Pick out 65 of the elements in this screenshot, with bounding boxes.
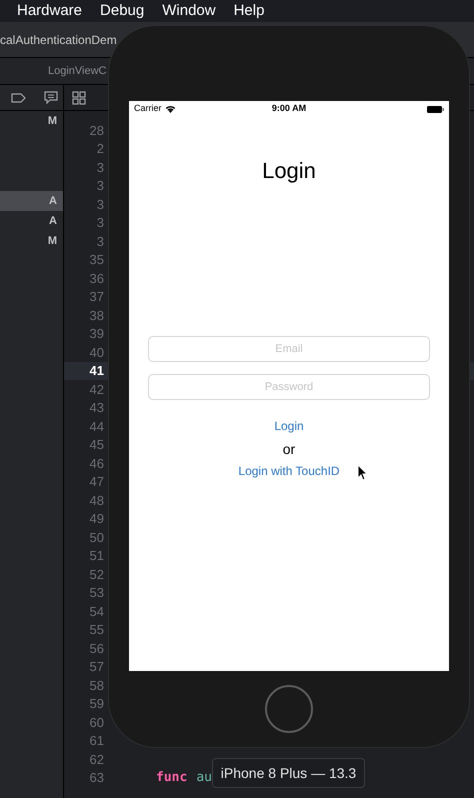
line-number: 61 [88, 732, 104, 750]
status-letter: A [49, 214, 57, 229]
line-number: 3 [96, 232, 104, 250]
line-number: 57 [88, 658, 104, 676]
line-number: 3 [96, 177, 104, 195]
mouse-pointer-icon [357, 464, 368, 481]
line-number: 3 [96, 214, 104, 232]
line-number: 56 [88, 640, 104, 658]
line-number: 38 [88, 306, 104, 324]
code-token: au [196, 769, 212, 787]
line-number: 55 [88, 621, 104, 639]
line-number: 36 [88, 270, 104, 288]
line-number: 35 [88, 251, 104, 269]
menu-item[interactable]: Help [234, 0, 264, 22]
carrier-label: Carrier [134, 102, 162, 116]
line-number: 43 [88, 399, 104, 417]
line-number: 59 [88, 695, 104, 713]
input-field[interactable]: Email [148, 336, 430, 362]
line-number: 46 [88, 454, 104, 472]
or-label: or [282, 440, 296, 458]
line-number: 47 [88, 473, 104, 491]
menu-item[interactable]: Hardware [17, 0, 82, 22]
line-number: 40 [88, 344, 104, 362]
wifi-icon [164, 105, 176, 113]
tag-icon[interactable] [11, 92, 26, 102]
line-number: 3 [96, 158, 104, 176]
battery-icon [427, 106, 444, 112]
line-number: 48 [88, 492, 104, 510]
comment-icon[interactable] [44, 91, 58, 104]
menu-item[interactable]: Debug [100, 0, 144, 22]
device-label: iPhone 8 Plus — 13.3 [212, 758, 365, 788]
grid-icon[interactable] [72, 90, 86, 104]
home-button[interactable] [265, 685, 313, 733]
line-number: 44 [88, 418, 104, 436]
code-token: func [156, 769, 188, 787]
selected-file-row[interactable]: A [0, 191, 63, 211]
line-number: 37 [88, 288, 104, 306]
screen-title: Login [262, 157, 316, 185]
line-number: 58 [88, 676, 104, 694]
line-number: 2 [96, 140, 104, 158]
line-number: 42 [88, 380, 104, 398]
line-number: 28 [88, 122, 104, 140]
window-title: calAuthenticationDem [0, 32, 117, 48]
line-number: 39 [88, 325, 104, 343]
touchid-login-link[interactable]: Login with TouchID [238, 463, 340, 479]
line-number: 53 [88, 584, 104, 602]
line-number: 45 [88, 436, 104, 454]
line-number: 62 [88, 750, 104, 768]
line-number: 52 [88, 566, 104, 584]
clock-label: 9:00 AM [272, 102, 306, 116]
login-link[interactable]: Login [274, 418, 304, 434]
line-number: 3 [96, 196, 104, 214]
line-number: 54 [88, 602, 104, 620]
status-letter: M [48, 114, 57, 129]
line-number: 51 [88, 547, 104, 565]
line-number: 50 [88, 528, 104, 546]
input-field[interactable]: Password [148, 374, 430, 400]
menu-item[interactable]: Window [162, 0, 216, 22]
editor-tab[interactable]: LoginViewC [48, 62, 107, 80]
line-number: 63 [88, 769, 104, 787]
line-number: 49 [88, 510, 104, 528]
status-letter: M [48, 234, 57, 249]
line-number: 60 [88, 714, 104, 732]
line-number: 41 [88, 362, 104, 380]
status-letter: A [49, 194, 57, 209]
